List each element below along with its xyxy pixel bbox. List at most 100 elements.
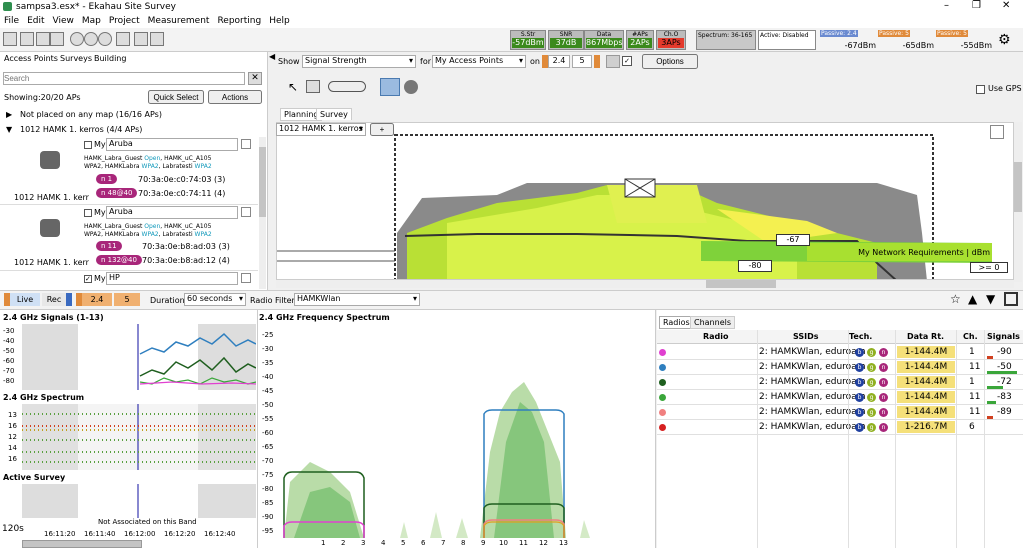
menu-view[interactable]: View [53, 16, 74, 26]
open-icon[interactable] [3, 32, 17, 46]
print-icon[interactable] [36, 32, 50, 46]
bar-chart-icon[interactable] [990, 125, 1004, 139]
ap-card[interactable]: 1012 HAMK 1. kerr My Aruba HAMK_Labra_Gu… [0, 205, 258, 271]
stat-channel-overlap[interactable]: Ch.O 3APs [656, 30, 686, 50]
column-ssids[interactable]: SSIDs [793, 332, 819, 341]
survey-zoom-icon[interactable] [380, 78, 400, 96]
globe-icon[interactable] [404, 80, 418, 94]
menu-help[interactable]: Help [269, 16, 290, 26]
active-indicator[interactable]: Active: Disabled [758, 30, 816, 50]
clear-search-icon[interactable]: ✕ [248, 72, 262, 85]
undo-icon[interactable] [134, 32, 148, 46]
wall-tool-icon[interactable] [306, 80, 320, 93]
passive-5-indicator[interactable]: Passive: 5 -65dBm [878, 30, 934, 50]
menu-reporting[interactable]: Reporting [217, 16, 261, 26]
stat-signal-strength[interactable]: S.Str -57dBm [510, 30, 546, 50]
my-checkbox[interactable] [84, 209, 92, 217]
menu-file[interactable]: File [4, 16, 19, 26]
table-row[interactable]: 2: HAMKWlan, eduroam bgn 1-144.4M 11 -89 [657, 405, 1023, 420]
column-channel[interactable]: Ch. [963, 332, 978, 341]
note-icon[interactable] [241, 207, 251, 217]
table-row[interactable]: 2: HAMKWlan, eduroam bgn 1-216.7M 6 [657, 420, 1023, 435]
group-not-placed[interactable]: Not placed on any map (16/16 APs) [20, 110, 162, 119]
star-icon[interactable]: ☆ [950, 292, 961, 306]
my-checkbox[interactable] [84, 141, 92, 149]
collapse-panel-icon[interactable]: ◀ [269, 52, 275, 61]
stat-data-rate[interactable]: Data 867Mbps [584, 30, 624, 50]
close-icon[interactable]: ✕ [1002, 0, 1010, 11]
attenuation-tool-icon[interactable] [328, 81, 366, 92]
options-checkbox[interactable]: ✓ [622, 56, 632, 66]
radio-chip[interactable]: n 1 [96, 174, 118, 184]
minimize-icon[interactable]: – [944, 0, 949, 11]
vendor-field[interactable]: Aruba [106, 206, 238, 219]
table-row[interactable]: 2: HAMKWlan, eduroam bgn 1-144.4M 11 -83 [657, 390, 1023, 405]
zoom-out-icon[interactable] [84, 32, 98, 46]
for-select[interactable]: My Access Points ▾ [432, 55, 526, 68]
save-icon[interactable] [20, 32, 34, 46]
column-data-rate[interactable]: Data Rt. [907, 332, 944, 341]
tab-survey[interactable]: Survey [316, 108, 352, 120]
add-map-button[interactable]: + [370, 123, 394, 136]
radio-chip[interactable]: n 11 [96, 241, 122, 251]
vendor-field[interactable]: HP [106, 272, 238, 285]
table-row[interactable]: 2: HAMKWlan, eduroam bgn 1-144.4M 11 -50 [657, 360, 1023, 375]
export-icon[interactable] [50, 32, 64, 46]
tab-surveys[interactable]: Surveys [60, 54, 92, 66]
pointer-tool-icon[interactable]: ↖ [288, 80, 298, 94]
radio-filter-select[interactable]: HAMKWlan ▾ [294, 293, 420, 306]
maximize-icon[interactable]: ❐ [972, 0, 981, 11]
expand-icon[interactable]: ▶ [6, 110, 12, 119]
stat-aps[interactable]: #APs 2APs [626, 30, 654, 50]
passive-24-indicator[interactable]: Passive: 2.4 -67dBm [820, 30, 876, 50]
actions-button[interactable]: Actions [208, 90, 262, 104]
table-row[interactable]: 2: HAMKWlan, eduroam bgn 1-144.4M 1 -90 [657, 345, 1023, 360]
tab-building[interactable]: Building [94, 54, 126, 66]
live-button[interactable]: Live [10, 293, 40, 306]
column-tech[interactable]: Tech. [849, 332, 872, 341]
menu-project[interactable]: Project [109, 16, 140, 26]
zoom-fit-icon[interactable] [98, 32, 112, 46]
expand-window-icon[interactable] [1004, 292, 1018, 306]
band-24-toggle[interactable]: 2.4 [548, 55, 570, 68]
table-row[interactable]: 2: HAMKWlan, eduroam bgn 1-144.4M 1 -72 [657, 375, 1023, 390]
search-input[interactable] [3, 72, 245, 85]
column-radio[interactable]: Radio [703, 332, 729, 341]
column-signals[interactable]: Signals [987, 332, 1020, 341]
gear-icon[interactable]: ⚙ [998, 32, 1011, 48]
show-select[interactable]: Signal Strength ▾ [302, 55, 416, 68]
options-button[interactable]: Options [642, 54, 698, 69]
map-select[interactable]: 1012 HAMK 1. kerros ▾ [276, 123, 366, 136]
band5-toggle[interactable]: 5 [114, 293, 140, 306]
chart-icon[interactable] [116, 32, 130, 46]
vendor-field[interactable]: Aruba [106, 138, 238, 151]
quick-select-button[interactable]: Quick Select [148, 90, 204, 104]
time-scrollbar[interactable] [22, 540, 142, 548]
tab-radios[interactable]: Radios [659, 316, 694, 329]
group-map[interactable]: 1012 HAMK 1. kerros (4/4 APs) [20, 125, 142, 134]
arrow-down-icon[interactable]: ▼ [986, 292, 995, 306]
note-icon[interactable] [241, 139, 251, 149]
duration-select[interactable]: 60 seconds ▾ [184, 293, 246, 306]
menu-map[interactable]: Map [82, 16, 101, 26]
band24-toggle[interactable]: 2.4 [82, 293, 112, 306]
refresh-icon[interactable] [606, 55, 620, 68]
ap-card[interactable]: 1012 HAMK 1. kerr My Aruba HAMK_Labra_Gu… [0, 137, 258, 205]
note-icon[interactable] [241, 273, 251, 283]
collapse-icon[interactable]: ▼ [6, 125, 12, 134]
band-5-toggle[interactable]: 5 [572, 55, 592, 68]
stat-snr[interactable]: SNR 37dB [548, 30, 584, 50]
arrow-up-icon[interactable]: ▲ [968, 292, 977, 306]
tab-access-points[interactable]: Access Points [4, 54, 58, 66]
passive-5b-indicator[interactable]: Passive: 5 -55dBm [936, 30, 992, 50]
map-h-scrollbar[interactable] [276, 280, 1014, 288]
tab-channels[interactable]: Channels [690, 316, 736, 329]
use-gps-checkbox[interactable] [976, 85, 985, 94]
ap-list-scrollbar[interactable] [259, 137, 266, 289]
ap-card[interactable]: ✓ My HP [0, 271, 258, 289]
redo-icon[interactable] [150, 32, 164, 46]
radio-chip[interactable]: n 48@40 [96, 188, 138, 198]
spectrum-indicator[interactable]: Spectrum: 36-165 [696, 30, 756, 50]
menu-measurement[interactable]: Measurement [148, 16, 210, 26]
my-checkbox[interactable]: ✓ [84, 275, 92, 283]
